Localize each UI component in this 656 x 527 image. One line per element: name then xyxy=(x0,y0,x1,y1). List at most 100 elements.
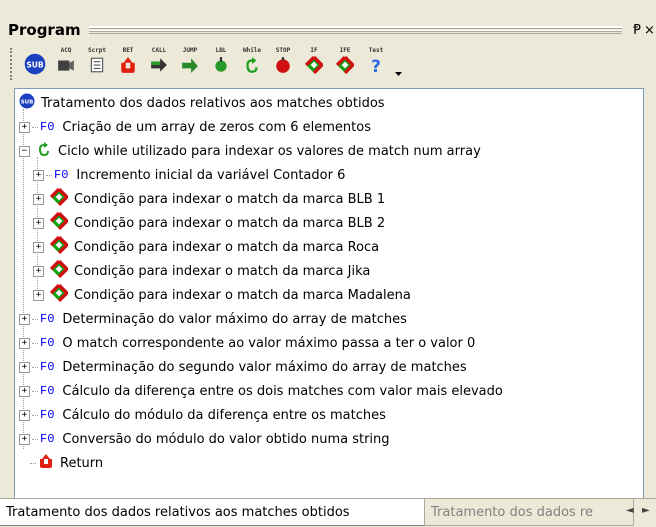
expand-icon[interactable]: + xyxy=(19,409,30,421)
tab-active[interactable]: Tratamento dos dados relativos aos match… xyxy=(0,499,425,526)
f0-icon: F0 xyxy=(40,432,55,446)
expand-icon[interactable]: + xyxy=(19,121,30,133)
label-icon xyxy=(212,56,230,74)
call-icon xyxy=(150,56,168,74)
tree-connector-line xyxy=(32,414,38,416)
tree-item[interactable]: + F0 Conversão do módulo do valor obtido n… xyxy=(19,427,390,451)
expand-icon[interactable]: + xyxy=(19,433,30,445)
lbl-button[interactable]: LBL xyxy=(206,46,236,82)
toolbar-item-label: RET xyxy=(122,47,134,54)
f0-icon: F0 xyxy=(40,384,55,398)
tab-strip: Tratamento dos dados relativos aos match… xyxy=(0,498,656,527)
expand-icon[interactable]: + xyxy=(33,289,44,301)
tree-root[interactable]: SUB Tratamento dos dados relativos aos ma… xyxy=(19,91,385,115)
expand-icon[interactable]: + xyxy=(33,169,44,181)
diamond-icon xyxy=(49,283,70,306)
svg-text:SUB: SUB xyxy=(26,60,44,69)
tree-item[interactable]: + F0 Incremento inicial da variável Contad… xyxy=(33,163,345,187)
diamond-icon xyxy=(49,235,70,258)
ife-button[interactable]: IFE xyxy=(330,46,360,82)
tree-item[interactable]: + F0 Determinação do valor máximo do array… xyxy=(19,307,407,331)
tree-item-label: Condição para indexar o match da marca R… xyxy=(74,239,380,255)
expand-icon[interactable]: + xyxy=(19,361,30,373)
chevron-down-icon xyxy=(394,72,402,76)
f0-icon: F0 xyxy=(40,336,55,350)
f0-icon: F0 xyxy=(40,408,55,422)
f0-icon: F0 xyxy=(54,168,69,182)
expand-icon[interactable]: + xyxy=(33,217,44,229)
expand-icon[interactable]: + xyxy=(33,193,44,205)
tree-item[interactable]: + Condição para indexar o match da marca … xyxy=(33,283,411,307)
call-button[interactable]: CALL xyxy=(144,46,174,82)
camera-icon xyxy=(57,56,75,74)
diamond-icon xyxy=(49,187,70,210)
tab-inactive[interactable]: Tratamento dos dados re xyxy=(424,499,634,526)
tree-item-label: Condição para indexar o match da marca J… xyxy=(74,263,371,279)
toolbar-item-label: Test xyxy=(368,47,384,54)
tree-item[interactable]: − Ciclo while utilizado para indexar os v… xyxy=(19,139,481,163)
tree-item-label: Cálculo da diferença entre os dois match… xyxy=(62,383,503,399)
tree-item-return[interactable]: Return xyxy=(19,451,103,475)
tree-item[interactable]: + F0 Cálculo do módulo da diferença entre … xyxy=(19,403,386,427)
expand-icon[interactable]: + xyxy=(33,265,44,277)
jump-button[interactable]: JUMP xyxy=(175,46,205,82)
if-icon xyxy=(305,56,323,74)
tree-item[interactable]: + Condição para indexar o match da marca … xyxy=(33,235,379,259)
toolbar-handle[interactable] xyxy=(10,48,16,80)
tree-item[interactable]: + Condição para indexar o match da marca … xyxy=(33,187,385,211)
sub-button[interactable]: SUB xyxy=(20,46,50,82)
toolbar-item-label: STOP xyxy=(275,47,291,54)
program-panel: Program Ᵽ × SUB ACQ Scrpt RET CALL JUMP LBL Whi… xyxy=(0,0,656,527)
toolbar-overflow-button[interactable] xyxy=(392,46,404,82)
tree-item-label: Cálculo do módulo da diferença entre os … xyxy=(62,407,386,423)
tree-item-label: Determinação do valor máximo do array de… xyxy=(62,311,407,327)
expand-icon[interactable]: + xyxy=(33,241,44,253)
titlebar-grip[interactable] xyxy=(88,26,622,34)
ret-button[interactable]: RET xyxy=(113,46,143,82)
script-button[interactable]: Scrpt xyxy=(82,46,112,82)
tree-item[interactable]: + F0 O match correspondente ao valor máxim… xyxy=(19,331,475,355)
tree-item[interactable]: + F0 Determinação do segundo valor máximo … xyxy=(19,355,467,379)
expand-icon[interactable]: + xyxy=(19,337,30,349)
jump-icon xyxy=(181,56,199,74)
panel-title: Program xyxy=(8,21,81,39)
sub-icon: SUB xyxy=(19,93,35,113)
tree-item-label: Condição para indexar o match da marca M… xyxy=(74,287,411,303)
collapse-icon[interactable]: − xyxy=(19,145,30,157)
toolbar-item-label: CALL xyxy=(151,47,167,54)
tree-item-label: Incremento inicial da variável Contador … xyxy=(76,167,346,183)
tree-item[interactable]: + Condição para indexar o match da marca … xyxy=(33,259,370,283)
tree-connector-line xyxy=(32,342,38,344)
expand-icon[interactable]: + xyxy=(19,313,30,325)
if-button[interactable]: IF xyxy=(299,46,329,82)
pin-icon[interactable]: Ᵽ xyxy=(630,23,644,38)
close-icon[interactable]: × xyxy=(644,23,656,38)
tree-item-label: O match correspondente ao valor máximo p… xyxy=(62,335,476,351)
tree-item-label: Condição para indexar o match da marca B… xyxy=(74,215,386,231)
stop-button[interactable]: STOP xyxy=(268,46,298,82)
f0-icon: F0 xyxy=(40,312,55,326)
program-tree: SUB Tratamento dos dados relativos aos ma… xyxy=(14,88,644,500)
tree-item[interactable]: + F0 Criação de um array de zeros com 6 el… xyxy=(19,115,371,139)
toolbar: SUB ACQ Scrpt RET CALL JUMP LBL While STOP IF IFE T… xyxy=(4,44,644,84)
tab-scroll-left-icon[interactable]: ◄ xyxy=(626,505,634,516)
svg-text:SUB: SUB xyxy=(21,100,34,106)
tree-item[interactable]: + F0 Cálculo da diferença entre os dois ma… xyxy=(19,379,503,403)
tree-connector-line xyxy=(30,462,36,464)
tree-item[interactable]: + Condição para indexar o match da marca … xyxy=(33,211,385,235)
expand-icon[interactable]: + xyxy=(19,385,30,397)
toolbar-item-label: ACQ xyxy=(60,47,72,54)
tree-item-label: Ciclo while utilizado para indexar os va… xyxy=(58,143,481,159)
test-button[interactable]: Test? xyxy=(361,46,391,82)
stop-icon xyxy=(274,56,292,74)
while-button[interactable]: While xyxy=(237,46,267,82)
tree-item-label: Criação de um array de zeros com 6 eleme… xyxy=(62,119,371,135)
return-icon xyxy=(38,453,54,473)
tree-connector-line xyxy=(32,318,38,320)
tree-item-label: Determinação do segundo valor máximo do … xyxy=(62,359,467,375)
acq-button[interactable]: ACQ xyxy=(51,46,81,82)
tree-item-label: Condição para indexar o match da marca B… xyxy=(74,191,386,207)
toolbar-item-label: JUMP xyxy=(182,47,198,54)
ife-icon xyxy=(336,56,354,74)
tab-scroll-right-icon[interactable]: ► xyxy=(642,505,650,516)
